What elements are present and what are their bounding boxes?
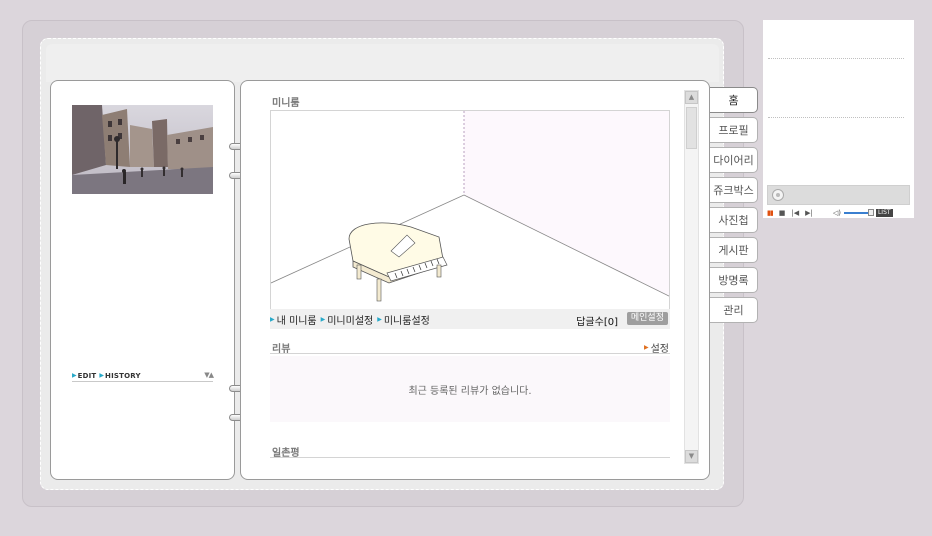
tab-board[interactable]: 게시판	[710, 237, 758, 263]
ilchon-title: 일촌평	[272, 448, 300, 459]
music-player-bar	[767, 185, 910, 205]
tab-photo-album[interactable]: 사진첩	[710, 207, 758, 233]
review-setting-link[interactable]: ▶ 설정	[644, 340, 669, 355]
profile-links: ▶ EDIT ▶ HISTORY ▼▲	[72, 370, 214, 382]
content-scrollbar[interactable]: ▲ ▼	[684, 90, 699, 464]
divider	[768, 58, 904, 59]
triangle-right-icon: ▶	[99, 372, 105, 379]
volume-slider[interactable]	[843, 208, 874, 216]
divider	[768, 117, 904, 118]
stop-icon[interactable]: ■	[779, 209, 786, 217]
miniroom-setting-link[interactable]: ▶ 미니룸설정	[377, 312, 430, 327]
playlist-button[interactable]: LIST	[875, 208, 893, 217]
review-header: 리뷰 ▶ 설정	[270, 338, 670, 355]
miniroom-scene	[271, 111, 669, 302]
triangle-right-icon: ▶	[270, 315, 275, 323]
left-page: ▶ EDIT ▶ HISTORY ▼▲	[50, 80, 235, 480]
profile-photo	[72, 105, 213, 194]
miniroom-view[interactable]	[270, 110, 670, 310]
tab-jukebox[interactable]: 쥬크박스	[710, 177, 758, 203]
ilchon-header: 일촌평	[270, 442, 670, 459]
player-controls: ▮▮ ■ |◀ ▶| ◁) LIST	[767, 208, 910, 217]
pause-icon[interactable]: ▮▮	[767, 209, 774, 217]
tab-home[interactable]: 홈	[710, 87, 758, 113]
top-strip	[46, 44, 719, 82]
side-panel: ▮▮ ■ |◀ ▶| ◁) LIST	[763, 20, 914, 218]
reply-count[interactable]: 답글수[0]	[576, 313, 618, 328]
tab-profile[interactable]: 프로필	[710, 117, 758, 143]
history-link[interactable]: HISTORY	[105, 372, 141, 380]
volume-icon[interactable]: ◁)	[833, 209, 841, 217]
tab-diary[interactable]: 다이어리	[710, 147, 758, 173]
next-icon[interactable]: ▶|	[805, 209, 813, 217]
triangle-right-icon: ▶	[320, 315, 326, 323]
review-empty-message: 최근 등록된 리뷰가 없습니다.	[270, 356, 670, 422]
minimi-setting-link[interactable]: ▶ 미니미설정	[321, 312, 374, 327]
triangle-up-icon[interactable]: ▲	[685, 91, 698, 104]
edit-link[interactable]: EDIT	[78, 372, 97, 380]
toggle-arrows-icon[interactable]: ▼▲	[204, 371, 214, 379]
profile-photo-image	[72, 105, 213, 194]
triangle-right-icon: ▶	[72, 372, 77, 379]
my-miniroom-link[interactable]: ▶ 내 미니룸	[270, 312, 317, 327]
miniroom-bar: ▶ 내 미니룸 ▶ 미니미설정 ▶ 미니룸설정 답글수[0] 메인설정	[270, 309, 670, 329]
miniroom-title: 미니룸	[272, 98, 300, 109]
prev-icon[interactable]: |◀	[791, 209, 799, 217]
triangle-down-icon[interactable]: ▼	[685, 450, 698, 463]
main-setting-button[interactable]: 메인설정	[626, 312, 668, 325]
scroll-thumb[interactable]	[686, 107, 697, 149]
volume-knob[interactable]	[867, 208, 874, 216]
triangle-right-icon: ▶	[643, 344, 649, 351]
review-title: 리뷰	[272, 344, 291, 355]
triangle-right-icon: ▶	[377, 315, 382, 323]
piano-icon	[348, 222, 448, 302]
tab-guestbook[interactable]: 방명록	[710, 267, 758, 293]
disc-icon	[772, 189, 784, 201]
tab-manage[interactable]: 관리	[710, 297, 758, 323]
